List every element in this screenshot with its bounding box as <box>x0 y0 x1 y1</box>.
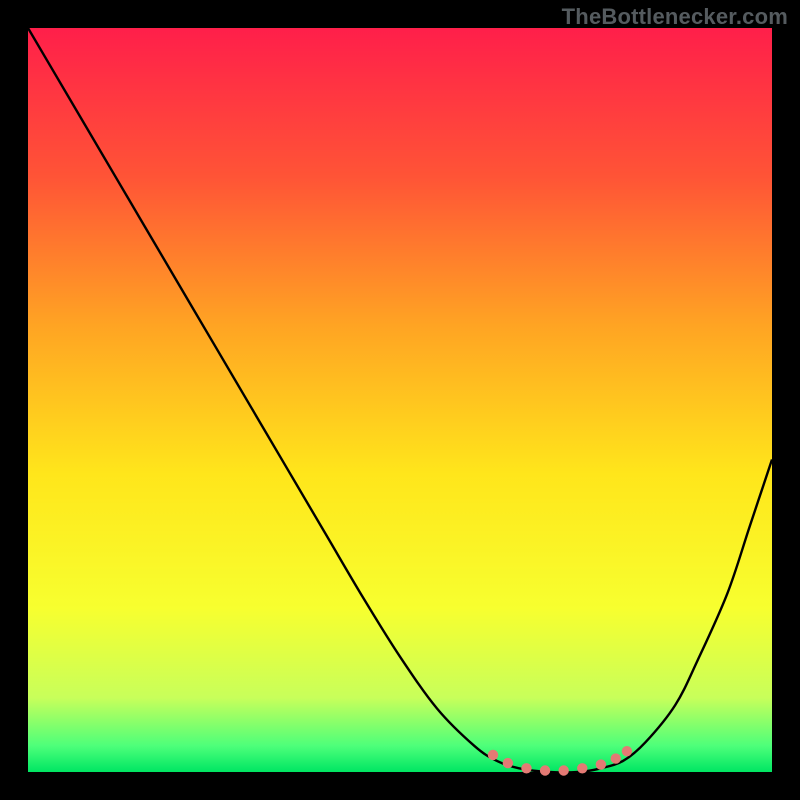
plot-background <box>28 28 772 772</box>
valley-marker-dot <box>577 763 587 773</box>
valley-marker-dot <box>521 763 531 773</box>
chart-stage: TheBottlenecker.com <box>0 0 800 800</box>
valley-marker-dot <box>596 759 606 769</box>
valley-marker-dot <box>540 765 550 775</box>
bottleneck-plot <box>0 0 800 800</box>
watermark-text: TheBottlenecker.com <box>562 4 788 30</box>
valley-marker-dot <box>503 758 513 768</box>
valley-marker-dot <box>622 746 632 756</box>
valley-marker-dot <box>488 750 498 760</box>
valley-marker-dot <box>558 765 568 775</box>
valley-marker-dot <box>611 753 621 763</box>
